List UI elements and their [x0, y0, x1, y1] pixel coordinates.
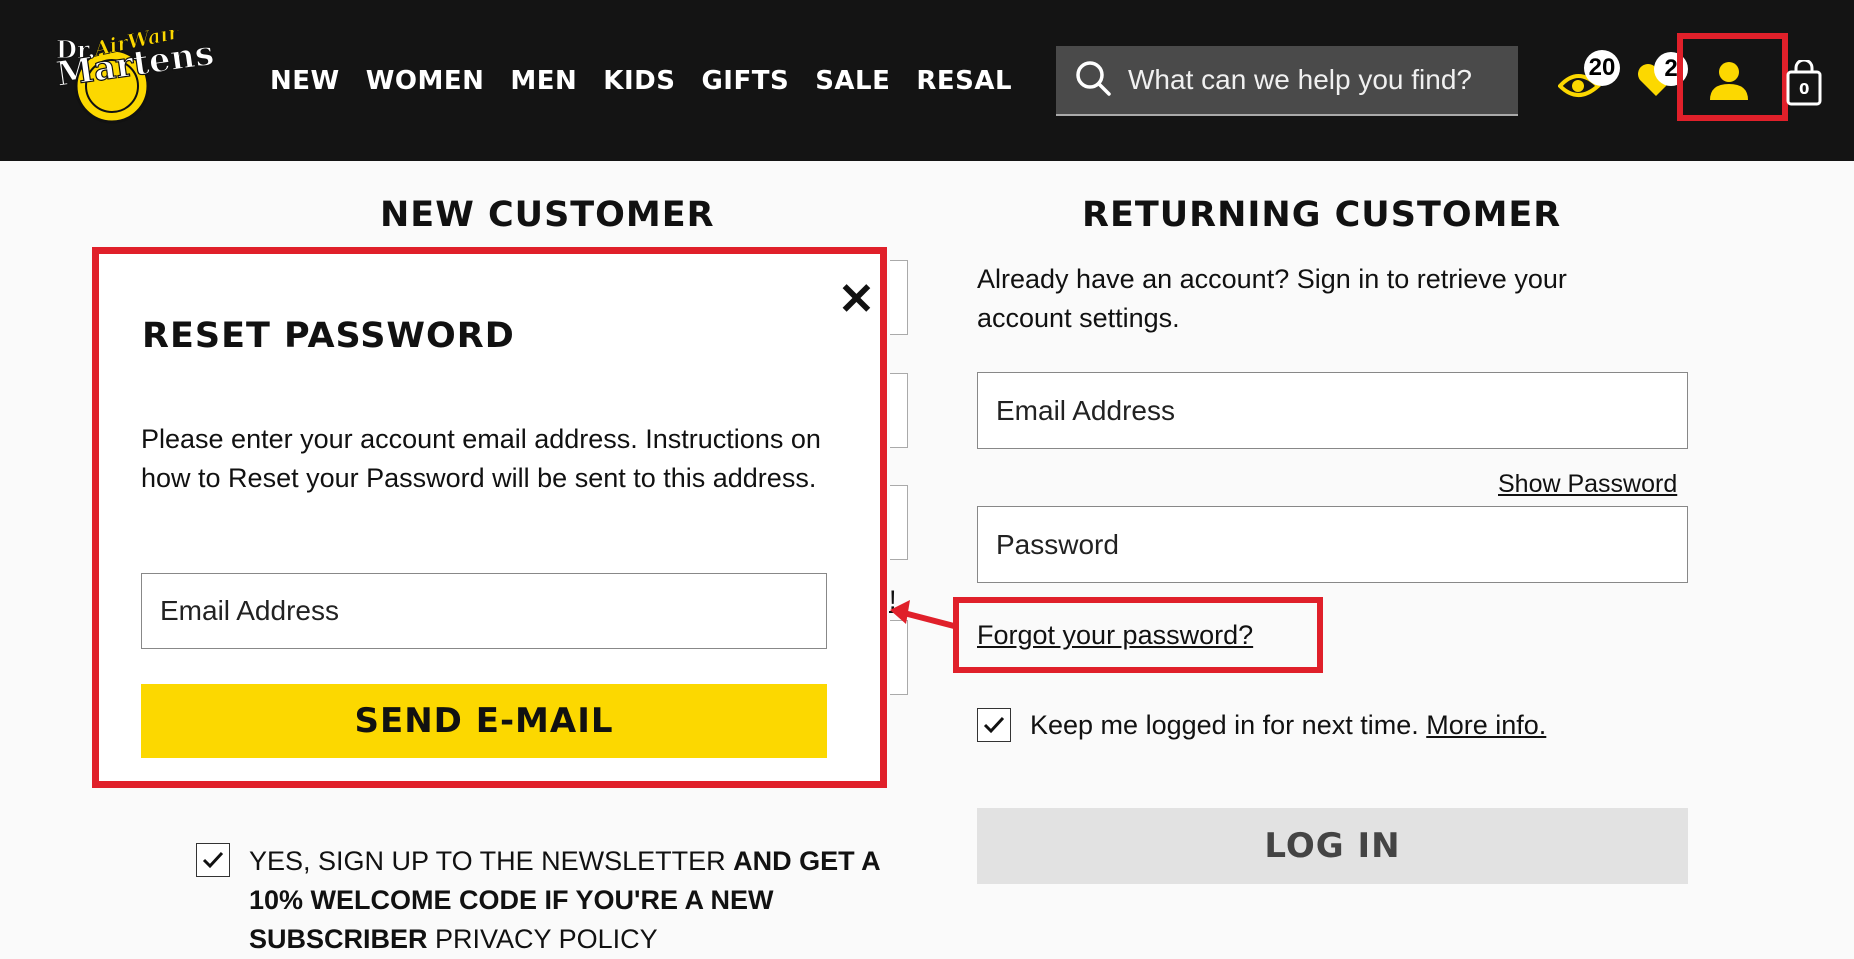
newsletter-checkbox[interactable] [196, 843, 230, 877]
new-customer-field-1[interactable] [890, 260, 908, 335]
newsletter-text: YES, SIGN UP TO THE NEWSLETTER [249, 846, 734, 876]
nav-item-new[interactable]: NEW [270, 66, 340, 96]
nav-item-men[interactable]: MEN [510, 66, 577, 96]
newsletter-label: YES, SIGN UP TO THE NEWSLETTER AND GET A… [249, 842, 909, 959]
annotation-arrow-icon [888, 596, 958, 641]
nav-item-kids[interactable]: KIDS [603, 66, 675, 96]
returning-customer-intro: Already have an account? Sign in to retr… [977, 264, 1567, 333]
privacy-policy-link[interactable]: PRIVACY POLICY [428, 924, 658, 954]
keep-logged-in-checkbox[interactable] [977, 708, 1011, 742]
new-customer-heading: NEW CUSTOMER [380, 195, 715, 235]
new-customer-field-3[interactable] [890, 485, 908, 560]
login-password-field[interactable]: Password [977, 506, 1688, 583]
reset-email-placeholder: Email Address [160, 595, 339, 626]
reset-email-field[interactable]: Email Address [141, 573, 827, 649]
brand-logo[interactable]: Dr. AirWair Martens [53, 19, 222, 128]
user-icon[interactable] [1708, 60, 1750, 107]
login-email-placeholder: Email Address [996, 394, 1175, 426]
search-input[interactable]: What can we help you find? [1128, 64, 1472, 96]
more-info-link[interactable]: More info. [1426, 710, 1546, 740]
keep-logged-in-text: Keep me logged in for next time. [1030, 710, 1419, 740]
reset-password-title: RESET PASSWORD [142, 316, 515, 356]
search-bar[interactable]: What can we help you find? [1056, 46, 1518, 116]
login-password-placeholder: Password [996, 528, 1119, 560]
nav-item-sale[interactable]: SALE [815, 66, 890, 96]
login-button[interactable]: LOG IN [977, 808, 1688, 884]
login-email-field[interactable]: Email Address [977, 372, 1688, 449]
svg-text:0: 0 [1799, 80, 1809, 98]
returning-customer-heading: RETURNING CUSTOMER [1082, 195, 1562, 235]
show-password-link[interactable]: Show Password [1498, 470, 1677, 499]
bag-icon[interactable]: 0 [1786, 58, 1822, 111]
site-header: Dr. AirWair Martens NEW WOMEN MEN KIDS G… [0, 0, 1854, 161]
nav-item-resale[interactable]: RESAL [916, 66, 1012, 96]
close-icon[interactable]: ✕ [838, 278, 875, 322]
keep-logged-in-label: Keep me logged in for next time. More in… [1030, 710, 1546, 741]
recently-viewed-badge: 20 [1584, 50, 1620, 86]
reset-password-description: Please enter your account email address.… [141, 424, 821, 493]
checkmark-icon [202, 851, 224, 869]
new-customer-field-2[interactable] [890, 373, 908, 448]
nav-item-gifts[interactable]: GIFTS [701, 66, 789, 96]
search-icon[interactable] [1056, 59, 1112, 102]
send-email-button[interactable]: SEND E-MAIL [141, 684, 827, 758]
forgot-password-link[interactable]: Forgot your password? [977, 620, 1253, 651]
checkmark-icon [983, 716, 1005, 734]
main-nav: NEW WOMEN MEN KIDS GIFTS SALE RESAL [270, 66, 1012, 96]
nav-item-women[interactable]: WOMEN [366, 66, 485, 96]
